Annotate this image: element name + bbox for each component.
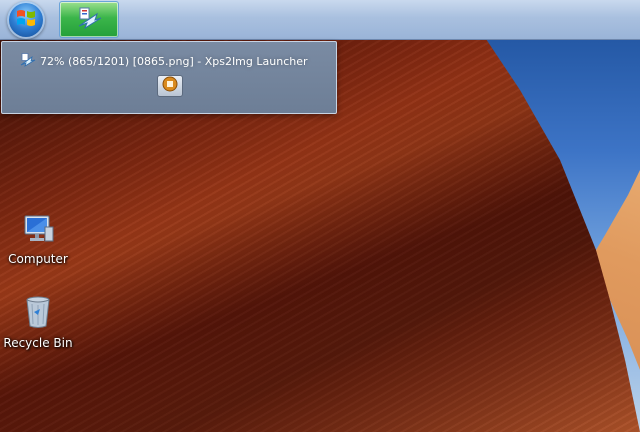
taskbar-thumbnail-preview[interactable]: 72% (865/1201) [0865.png] - Xps2Img Laun… (1, 41, 337, 114)
windows-logo-icon (15, 7, 37, 33)
desktop-icon-label: Recycle Bin (3, 336, 73, 350)
desktop-icon-label: Computer (8, 252, 68, 266)
taskbar (0, 0, 640, 40)
stop-icon (162, 76, 178, 96)
computer-icon (21, 213, 55, 248)
xps2img-launcher-icon (75, 6, 103, 34)
preview-title: 72% (865/1201) [0865.png] - Xps2Img Laun… (40, 54, 308, 68)
desktop-icon-computer[interactable]: Computer (1, 214, 75, 266)
start-button[interactable] (7, 1, 45, 39)
stop-button[interactable] (157, 75, 183, 97)
desktop-icon-recycle-bin[interactable]: Recycle Bin (1, 295, 75, 350)
recycle-bin-icon (23, 295, 53, 332)
preview-title-row: 72% (865/1201) [0865.png] - Xps2Img Laun… (20, 52, 308, 70)
xps2img-launcher-icon (20, 52, 36, 70)
taskbar-button-xps2img[interactable] (59, 1, 119, 38)
